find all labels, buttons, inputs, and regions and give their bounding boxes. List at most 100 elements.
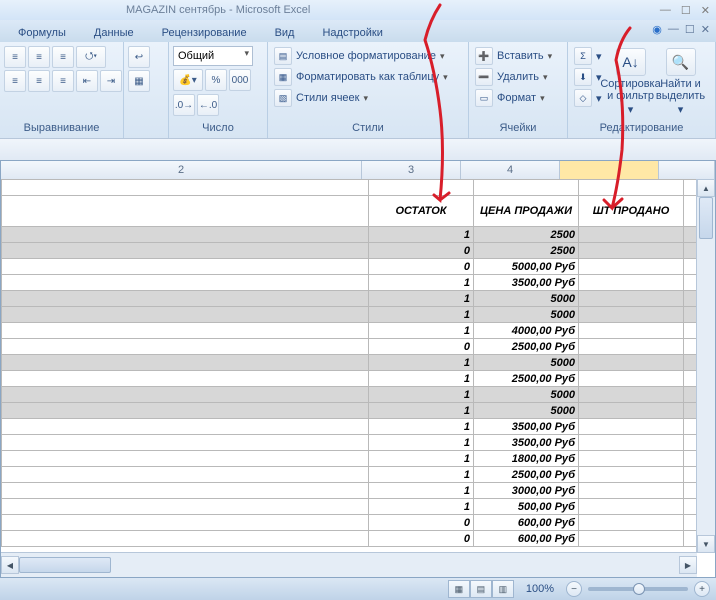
align-right-button[interactable]: ≡ [52, 70, 74, 92]
table-row[interactable]: 02500,00 Руб [2, 339, 697, 355]
header-cena: ЦЕНА ПРОДАЖИ [474, 196, 579, 227]
table-row[interactable]: 15000 [2, 403, 697, 419]
table-row[interactable]: 15000 [2, 291, 697, 307]
doc-restore-icon[interactable]: ☐ [685, 23, 695, 36]
col-header-5-selected[interactable] [560, 161, 659, 179]
hscroll-thumb[interactable] [19, 557, 111, 573]
close-icon[interactable]: ✕ [701, 4, 710, 17]
doc-close-icon[interactable]: ✕ [701, 23, 710, 36]
scroll-up-button[interactable]: ▲ [697, 179, 715, 197]
col-header-2[interactable]: 2 [1, 161, 362, 179]
tab-addins[interactable]: Надстройки [310, 24, 394, 42]
clear-button[interactable]: ◇▾ [572, 88, 604, 108]
tab-formulas[interactable]: Формулы [6, 24, 78, 42]
dec-decimal-button[interactable]: ←.0 [197, 94, 219, 116]
align-middle-button[interactable]: ≡ [28, 46, 50, 68]
tab-data[interactable]: Данные [82, 24, 146, 42]
table-row[interactable]: 0600,00 Руб [2, 515, 697, 531]
zoom-out-button[interactable]: − [566, 581, 582, 597]
delete-cells-button[interactable]: ➖Удалить [473, 67, 554, 87]
fill-button[interactable]: ⬇▾ [572, 67, 604, 87]
table-row[interactable]: 13500,00 Руб [2, 419, 697, 435]
minimize-icon[interactable]: — [660, 4, 671, 17]
header-prodano: ШТ ПРОДАНО [579, 196, 684, 227]
view-normal-button[interactable]: ▦ [448, 580, 470, 598]
vertical-scrollbar[interactable]: ▲ ▼ [696, 179, 715, 553]
ribbon: ≡ ≡ ≡ ⭯▾ ≡ ≡ ≡ ⇤ ⇥ Выравнивание ↩ ▦ Общи… [0, 42, 716, 139]
comma-button[interactable]: 000 [229, 69, 251, 91]
column-headers: 2 3 4 [1, 161, 715, 180]
align-center-button[interactable]: ≡ [28, 70, 50, 92]
scroll-right-button[interactable]: ▶ [679, 556, 697, 574]
number-format-combo[interactable]: Общий [173, 46, 253, 66]
indent-inc-button[interactable]: ⇥ [100, 70, 122, 92]
table-row[interactable]: 13000,00 Руб [2, 483, 697, 499]
ribbon-tabs: Формулы Данные Рецензирование Вид Надстр… [0, 20, 716, 42]
inc-decimal-button[interactable]: .0→ [173, 94, 195, 116]
view-layout-button[interactable]: ▤ [470, 580, 492, 598]
align-left-button[interactable]: ≡ [4, 70, 26, 92]
table-row[interactable]: 12500 [2, 227, 697, 243]
table-row[interactable]: 12500,00 Руб [2, 371, 697, 387]
accounting-button[interactable]: 💰▾ [173, 69, 203, 91]
cell-styles-button[interactable]: ▧Стили ячеек [272, 88, 450, 108]
header-ostatok: ОСТАТОК [369, 196, 474, 227]
table-row[interactable]: 15000 [2, 307, 697, 323]
table-row[interactable]: 02500 [2, 243, 697, 259]
table-row[interactable]: 1500,00 Руб [2, 499, 697, 515]
find-icon: 🔍 [666, 48, 696, 76]
wrap-text-button[interactable]: ↩ [128, 46, 150, 68]
formula-bar[interactable] [0, 138, 716, 162]
spreadsheet-area: 2 3 4 ОСТАТОКЦЕНА ПРОДАЖИШТ ПРОДАНО12500… [0, 160, 716, 578]
status-bar: ▦ ▤ ▥ 100% − + [0, 578, 716, 600]
align-bottom-button[interactable]: ≡ [52, 46, 74, 68]
merge-button[interactable]: ▦ [128, 70, 150, 92]
doc-minimize-icon[interactable]: — [668, 23, 679, 36]
zoom-label: 100% [526, 583, 554, 595]
orientation-button[interactable]: ⭯▾ [76, 46, 106, 68]
scroll-left-button[interactable]: ◀ [1, 556, 19, 574]
zoom-slider-knob[interactable] [633, 583, 645, 595]
group-alignment-label: Выравнивание [4, 122, 119, 136]
percent-button[interactable]: % [205, 69, 227, 91]
conditional-formatting-button[interactable]: ▤Условное форматирование [272, 46, 450, 66]
tab-review[interactable]: Рецензирование [150, 24, 259, 42]
table-row[interactable]: 15000 [2, 355, 697, 371]
sort-filter-button[interactable]: A↓ Сортировка и фильтр▾ [608, 46, 654, 116]
table-row[interactable]: 13500,00 Руб [2, 435, 697, 451]
insert-cells-button[interactable]: ➕Вставить [473, 46, 554, 66]
col-header-6[interactable] [659, 161, 715, 179]
format-as-table-button[interactable]: ▦Форматировать как таблицу [272, 67, 450, 87]
table-row[interactable]: 15000 [2, 387, 697, 403]
autosum-button[interactable]: Σ▾ [572, 46, 604, 66]
col-header-3[interactable]: 3 [362, 161, 461, 179]
tab-view[interactable]: Вид [263, 24, 307, 42]
table-row[interactable]: 11800,00 Руб [2, 451, 697, 467]
group-styles-label: Стили [272, 122, 464, 136]
table-row[interactable]: 13500,00 Руб [2, 275, 697, 291]
table-row[interactable]: 0600,00 Руб [2, 531, 697, 547]
scroll-down-button[interactable]: ▼ [697, 535, 715, 553]
help-icon[interactable]: ◉ [652, 23, 662, 36]
find-select-button[interactable]: 🔍 Найти и выделить▾ [658, 46, 704, 116]
table-row[interactable]: 05000,00 Руб [2, 259, 697, 275]
grid[interactable]: ОСТАТОКЦЕНА ПРОДАЖИШТ ПРОДАНО12500025000… [1, 179, 697, 553]
zoom-in-button[interactable]: + [694, 581, 710, 597]
vscroll-thumb[interactable] [699, 197, 713, 239]
table-header-row[interactable]: ОСТАТОКЦЕНА ПРОДАЖИШТ ПРОДАНО [2, 196, 697, 227]
sort-filter-icon: A↓ [616, 48, 646, 76]
format-cells-button[interactable]: ▭Формат [473, 88, 554, 108]
maximize-icon[interactable]: ☐ [681, 4, 691, 17]
horizontal-scrollbar[interactable]: ◀ ▶ [1, 552, 697, 577]
zoom-slider[interactable] [588, 587, 688, 591]
align-top-button[interactable]: ≡ [4, 46, 26, 68]
group-number-label: Число [173, 122, 263, 136]
view-pagebreak-button[interactable]: ▥ [492, 580, 514, 598]
indent-dec-button[interactable]: ⇤ [76, 70, 98, 92]
col-header-4[interactable]: 4 [461, 161, 560, 179]
table-row[interactable]: 12500,00 Руб [2, 467, 697, 483]
table-row[interactable] [2, 180, 697, 196]
window-title: MAGAZIN сентябрь - Microsoft Excel [126, 4, 310, 16]
table-row[interactable]: 14000,00 Руб [2, 323, 697, 339]
group-cells-label: Ячейки [473, 122, 563, 136]
